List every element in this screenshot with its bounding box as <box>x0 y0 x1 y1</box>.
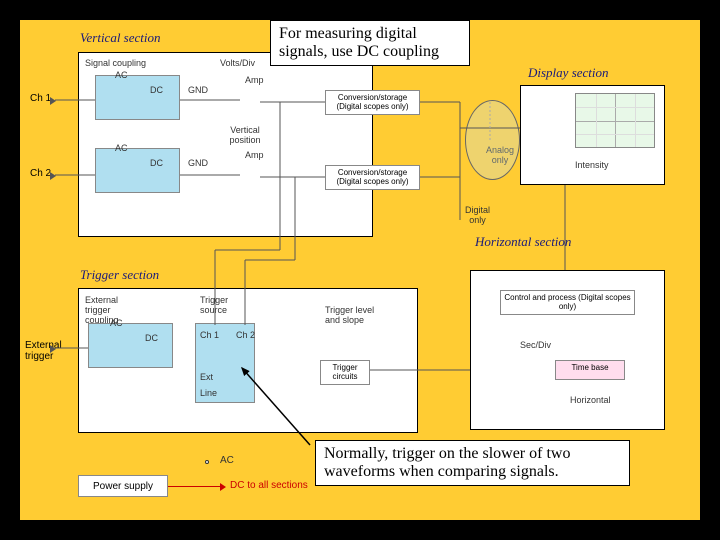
intensity-label: Intensity <box>575 160 609 170</box>
conversion2-text: Conversion/storage (Digital scopes only) <box>336 168 408 186</box>
trigger-source-label: Trigger source <box>200 295 240 315</box>
src-ext-label: Ext <box>200 372 213 382</box>
amp2-label: Amp <box>245 150 264 160</box>
ch2-arrow-icon <box>50 172 56 180</box>
ext-dc-label: DC <box>145 333 158 343</box>
top-callout: For measuring digital signals, use DC co… <box>270 20 470 66</box>
ch2-dc-label: DC <box>150 158 163 168</box>
ext-trigger-label: External trigger <box>25 340 70 362</box>
horizontal-section-label: Horizontal section <box>475 234 571 250</box>
ch2-coupling-box <box>95 148 180 193</box>
display-screen <box>575 93 655 148</box>
trigger-level-label: Trigger level and slope <box>325 305 375 325</box>
ch1-dc-label: DC <box>150 85 163 95</box>
ch1-label: Ch 1 <box>30 93 51 104</box>
ch1-ac-label: AC <box>115 70 128 80</box>
ch2-label: Ch 2 <box>30 168 51 179</box>
src-ch1-label: Ch 1 <box>200 330 219 340</box>
dc-all-label: DC to all sections <box>230 480 308 491</box>
conversion1-box: Conversion/storage (Digital scopes only) <box>325 90 420 115</box>
ch1-gnd-label: GND <box>188 85 208 95</box>
conversion1-text: Conversion/storage (Digital scopes only) <box>336 93 408 111</box>
top-callout-text: For measuring digital signals, use DC co… <box>279 25 439 60</box>
ch1-coupling-box <box>95 75 180 120</box>
src-ch2-label: Ch 2 <box>236 330 255 340</box>
ext-arrow-icon <box>50 345 56 353</box>
ac-power-label: AC <box>220 455 234 466</box>
ch2-ac-label: AC <box>115 143 128 153</box>
ch2-gnd-label: GND <box>188 158 208 168</box>
control-process-text: Control and process (Digital scopes only… <box>504 293 630 311</box>
ext-coupling-box <box>88 323 173 368</box>
vertical-position-label: Vertical position <box>225 125 265 145</box>
control-process-box: Control and process (Digital scopes only… <box>500 290 635 315</box>
amp1-icon <box>240 90 260 114</box>
display-section-label: Display section <box>528 65 609 81</box>
src-line-label: Line <box>200 388 217 398</box>
time-base-box: Time base <box>555 360 625 380</box>
amp2-icon <box>240 165 260 189</box>
bottom-callout: Normally, trigger on the slower of two w… <box>315 440 630 486</box>
conversion2-box: Conversion/storage (Digital scopes only) <box>325 165 420 190</box>
time-base-text: Time base <box>571 363 608 372</box>
digital-only-label: Digital only <box>460 205 495 225</box>
ch1-arrow-icon <box>50 97 56 105</box>
dc-arrow-icon <box>220 483 226 491</box>
trigger-circuits-text: Trigger circuits <box>332 363 357 381</box>
slide-root: Vertical section Signal coupling Volts/D… <box>0 0 720 540</box>
signal-coupling-label: Signal coupling <box>85 58 146 68</box>
analog-ellipse-highlight <box>465 100 520 180</box>
power-supply-text: Power supply <box>93 481 153 492</box>
volts-div-label: Volts/Div <box>220 58 255 68</box>
amp1-label: Amp <box>245 75 264 85</box>
bottom-callout-text: Normally, trigger on the slower of two w… <box>324 445 570 480</box>
vertical-section-label: Vertical section <box>80 30 161 46</box>
horizontal-position-label: Horizontal <box>570 395 611 405</box>
power-supply-box: Power supply <box>78 475 168 497</box>
ac-terminal-dot <box>205 460 209 464</box>
trigger-section-label: Trigger section <box>80 267 159 283</box>
ext-ac-label: AC <box>110 318 123 328</box>
slide-frame: Vertical section Signal coupling Volts/D… <box>20 20 700 520</box>
trigger-circuits-box: Trigger circuits <box>320 360 370 385</box>
sec-div-label: Sec/Div <box>520 340 551 350</box>
